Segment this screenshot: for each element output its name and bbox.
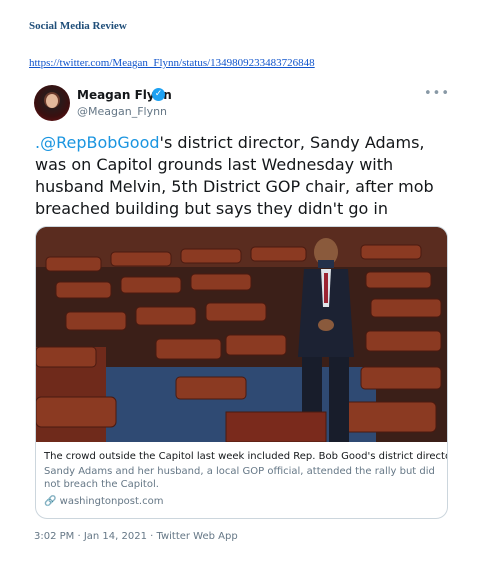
mention-link[interactable]: .@RepBobGood bbox=[35, 133, 160, 152]
card-description: Sandy Adams and her husband, a local GOP… bbox=[44, 466, 435, 490]
card-domain: 🔗 washingtonpost.com bbox=[44, 496, 163, 507]
tweet-text: .@RepBobGood's district director, Sandy … bbox=[35, 132, 460, 220]
card-title: The crowd outside the Capitol last week … bbox=[44, 451, 448, 462]
card-photo bbox=[36, 227, 447, 442]
author-handle[interactable]: @Meagan_Flynn bbox=[77, 105, 167, 118]
tweet-url-link[interactable]: https://twitter.com/Meagan_Flynn/status/… bbox=[29, 57, 315, 69]
page-header: Social Media Review bbox=[29, 20, 127, 32]
avatar[interactable] bbox=[34, 85, 70, 121]
avatar-face bbox=[46, 94, 58, 108]
more-options-icon[interactable]: ••• bbox=[424, 86, 450, 101]
card-domain-text: washingtonpost.com bbox=[59, 496, 164, 507]
link-preview-card[interactable]: The crowd outside the Capitol last week … bbox=[35, 226, 448, 519]
tweet-embed: Meagan Flynn ✓ @Meagan_Flynn ••• .@RepBo… bbox=[24, 80, 464, 550]
link-icon: 🔗 bbox=[44, 496, 57, 507]
tweet-timestamp[interactable]: 3:02 PM · Jan 14, 2021 · Twitter Web App bbox=[34, 531, 238, 542]
verified-check-icon: ✓ bbox=[152, 88, 165, 101]
